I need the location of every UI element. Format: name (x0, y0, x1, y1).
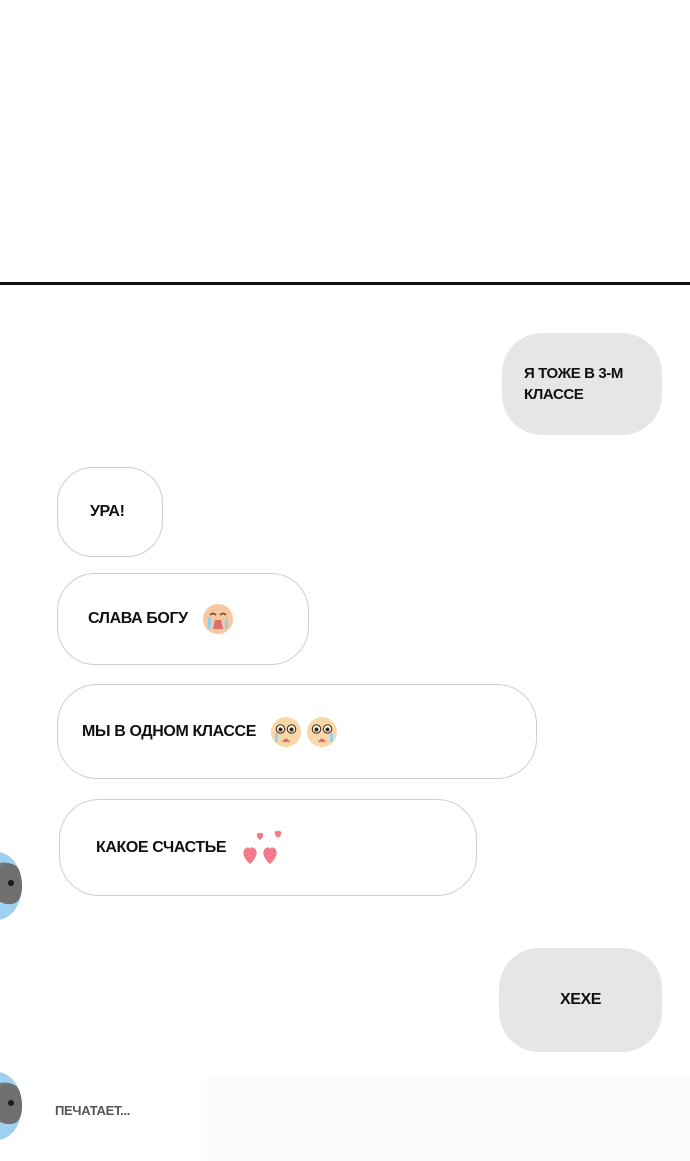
outgoing-message-bubble: Я ТОЖЕ В 3-М КЛАССЕ (502, 333, 662, 435)
crying-face-icon (202, 604, 233, 634)
panel-divider (0, 282, 690, 285)
message-text: УРА! (90, 503, 125, 520)
message-text: МЫ В ОДНОМ КЛАССЕ (82, 722, 256, 740)
hearts-icon (243, 830, 282, 864)
teary-face-icon (306, 716, 337, 747)
incoming-message-bubble: УРА! (57, 467, 163, 557)
avatar-eye-icon (8, 1100, 14, 1106)
incoming-message-bubble: МЫ В ОДНОМ КЛАССЕ (57, 684, 537, 779)
typing-area (0, 1075, 690, 1161)
typing-indicator: ПЕЧАТАЕТ... (55, 1103, 131, 1118)
message-text: СЛАВА БОГУ (88, 610, 188, 627)
avatar[interactable] (0, 852, 22, 920)
incoming-message-bubble: СЛАВА БОГУ (57, 573, 309, 665)
incoming-message-bubble: КАКОЕ СЧАСТЬЕ (59, 799, 477, 896)
avatar-eye-icon (8, 880, 14, 886)
message-text: КАКОЕ СЧАСТЬЕ (96, 838, 227, 856)
message-text: ХЕХЕ (559, 991, 602, 1008)
teary-face-icon (270, 716, 301, 747)
message-text: Я ТОЖЕ В 3-М КЛАССЕ (524, 365, 623, 403)
outgoing-message-bubble: ХЕХЕ (499, 948, 662, 1052)
